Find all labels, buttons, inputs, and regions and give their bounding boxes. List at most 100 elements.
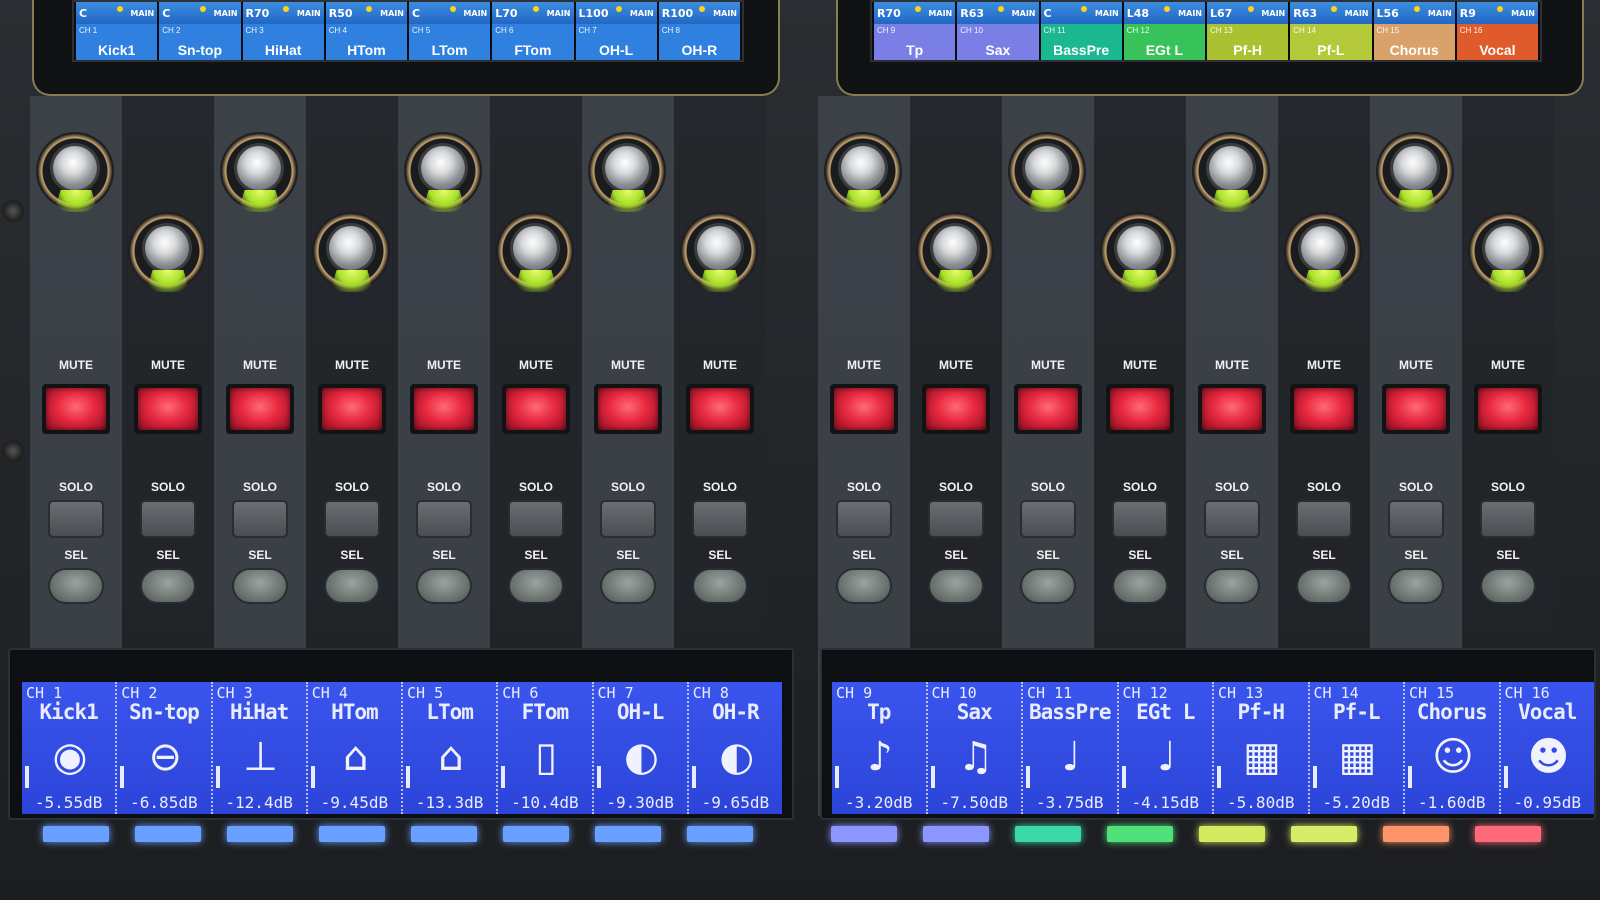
level-meter xyxy=(930,766,935,788)
solo-button[interactable] xyxy=(836,500,892,538)
top-display-cell[interactable]: R100 MAIN CH 8 OH-R xyxy=(658,2,740,60)
lcd-fader-level: -5.20dB xyxy=(1322,793,1390,812)
sel-button[interactable] xyxy=(140,568,196,604)
solo-button[interactable] xyxy=(48,500,104,538)
mute-button[interactable] xyxy=(1382,384,1450,434)
rotary-encoder[interactable] xyxy=(588,132,668,212)
sel-button[interactable] xyxy=(836,568,892,604)
sel-button[interactable] xyxy=(232,568,288,604)
rotary-encoder[interactable] xyxy=(128,212,208,292)
solo-button[interactable] xyxy=(140,500,196,538)
rotary-encoder[interactable] xyxy=(36,132,116,212)
top-display-cell[interactable]: R50 MAIN CH 4 HTom xyxy=(325,2,407,60)
top-display-cell[interactable]: R70 MAIN CH 9 Tp xyxy=(874,2,956,60)
solo-button[interactable] xyxy=(232,500,288,538)
mute-button[interactable] xyxy=(318,384,386,434)
rotary-encoder[interactable] xyxy=(680,212,760,292)
top-channel-name: CH 1 Kick1 xyxy=(76,24,158,60)
rotary-encoder[interactable] xyxy=(404,132,484,212)
mute-button[interactable] xyxy=(1106,384,1174,434)
top-display-cell[interactable]: C MAIN CH 5 LTom xyxy=(409,2,491,60)
solo-button[interactable] xyxy=(416,500,472,538)
sel-button[interactable] xyxy=(416,568,472,604)
top-display-cell[interactable]: L67 MAIN CH 13 Pf-H xyxy=(1207,2,1289,60)
top-display-cell[interactable]: L48 MAIN CH 12 EGt L xyxy=(1123,2,1205,60)
solo-button[interactable] xyxy=(928,500,984,538)
top-display-cell[interactable]: C MAIN CH 11 BassPre xyxy=(1040,2,1122,60)
solo-button[interactable] xyxy=(1112,500,1168,538)
sel-button[interactable] xyxy=(324,568,380,604)
top-display-cell[interactable]: L56 MAIN CH 15 Chorus xyxy=(1373,2,1455,60)
channel-name-display: CH 3 HiHat ⊥ -12.4dB xyxy=(213,682,308,814)
mute-label: MUTE xyxy=(1215,358,1249,372)
top-display-cell[interactable]: R63 MAIN CH 10 Sax xyxy=(957,2,1039,60)
solo-button[interactable] xyxy=(324,500,380,538)
top-display-cell[interactable]: L70 MAIN CH 6 FTom xyxy=(492,2,574,60)
mute-button[interactable] xyxy=(830,384,898,434)
top-display-cell[interactable]: R9 MAIN CH 16 Vocal xyxy=(1456,2,1538,60)
rotary-encoder[interactable] xyxy=(916,212,996,292)
solo-button[interactable] xyxy=(600,500,656,538)
channel-color-led xyxy=(1107,826,1173,842)
mute-button[interactable] xyxy=(42,384,110,434)
solo-label: SOLO xyxy=(58,480,93,494)
pan-readout: R70 MAIN xyxy=(874,2,956,24)
solo-button[interactable] xyxy=(1204,500,1260,538)
solo-button[interactable] xyxy=(508,500,564,538)
pan-value: C xyxy=(79,6,88,20)
mute-button[interactable] xyxy=(502,384,570,434)
solo-button[interactable] xyxy=(692,500,748,538)
mute-button[interactable] xyxy=(1198,384,1266,434)
rotary-encoder[interactable] xyxy=(1284,212,1364,292)
mute-lamp-icon xyxy=(46,388,106,430)
mute-button[interactable] xyxy=(1014,384,1082,434)
solo-button[interactable] xyxy=(1388,500,1444,538)
solo-button[interactable] xyxy=(1480,500,1536,538)
rotary-encoder[interactable] xyxy=(1468,212,1548,292)
electric-guitar-icon: ♩ xyxy=(1157,734,1176,780)
sel-button[interactable] xyxy=(1480,568,1536,604)
pan-value: R50 xyxy=(328,6,353,20)
solo-button[interactable] xyxy=(1020,500,1076,538)
solo-button[interactable] xyxy=(1296,500,1352,538)
encoder-cap xyxy=(145,226,189,270)
rotary-encoder[interactable] xyxy=(496,212,576,292)
pan-indicator-icon xyxy=(1414,6,1421,12)
sel-button[interactable] xyxy=(692,568,748,604)
rotary-encoder[interactable] xyxy=(1376,132,1456,212)
rotary-encoder[interactable] xyxy=(1008,132,1088,212)
rotary-encoder[interactable] xyxy=(1100,212,1180,292)
top-display-cell[interactable]: R63 MAIN CH 14 Pf-L xyxy=(1290,2,1372,60)
pan-readout: R70 MAIN xyxy=(242,2,324,24)
rotary-encoder[interactable] xyxy=(220,132,300,212)
sel-button[interactable] xyxy=(1020,568,1076,604)
pan-indicator-icon xyxy=(616,6,623,12)
sel-button[interactable] xyxy=(1204,568,1260,604)
lcd-channel-name: Sn-top xyxy=(128,700,200,724)
sel-button[interactable] xyxy=(1296,568,1352,604)
top-display-cell[interactable]: R70 MAIN CH 3 HiHat xyxy=(242,2,324,60)
sel-button[interactable] xyxy=(1112,568,1168,604)
mute-button[interactable] xyxy=(410,384,478,434)
mute-button[interactable] xyxy=(922,384,990,434)
mute-button[interactable] xyxy=(686,384,754,434)
sel-button[interactable] xyxy=(600,568,656,604)
sel-button[interactable] xyxy=(928,568,984,604)
top-display-cell[interactable]: C MAIN CH 2 Sn-top xyxy=(159,2,241,60)
mute-button[interactable] xyxy=(1474,384,1542,434)
rotary-encoder[interactable] xyxy=(1192,132,1272,212)
sel-button[interactable] xyxy=(508,568,564,604)
sel-button[interactable] xyxy=(1388,568,1444,604)
rotary-encoder[interactable] xyxy=(312,212,392,292)
mute-button[interactable] xyxy=(134,384,202,434)
top-display-cell[interactable]: L100 MAIN CH 7 OH-L xyxy=(575,2,657,60)
sel-button[interactable] xyxy=(48,568,104,604)
rotary-encoder[interactable] xyxy=(824,132,904,212)
top-channel-label: EGt L xyxy=(1145,42,1184,58)
mute-button[interactable] xyxy=(1290,384,1358,434)
channel-color-led xyxy=(1199,826,1265,842)
mute-button[interactable] xyxy=(226,384,294,434)
top-display-cell[interactable]: C MAIN CH 1 Kick1 xyxy=(76,2,158,60)
pan-readout: R9 MAIN xyxy=(1456,2,1538,24)
mute-button[interactable] xyxy=(594,384,662,434)
